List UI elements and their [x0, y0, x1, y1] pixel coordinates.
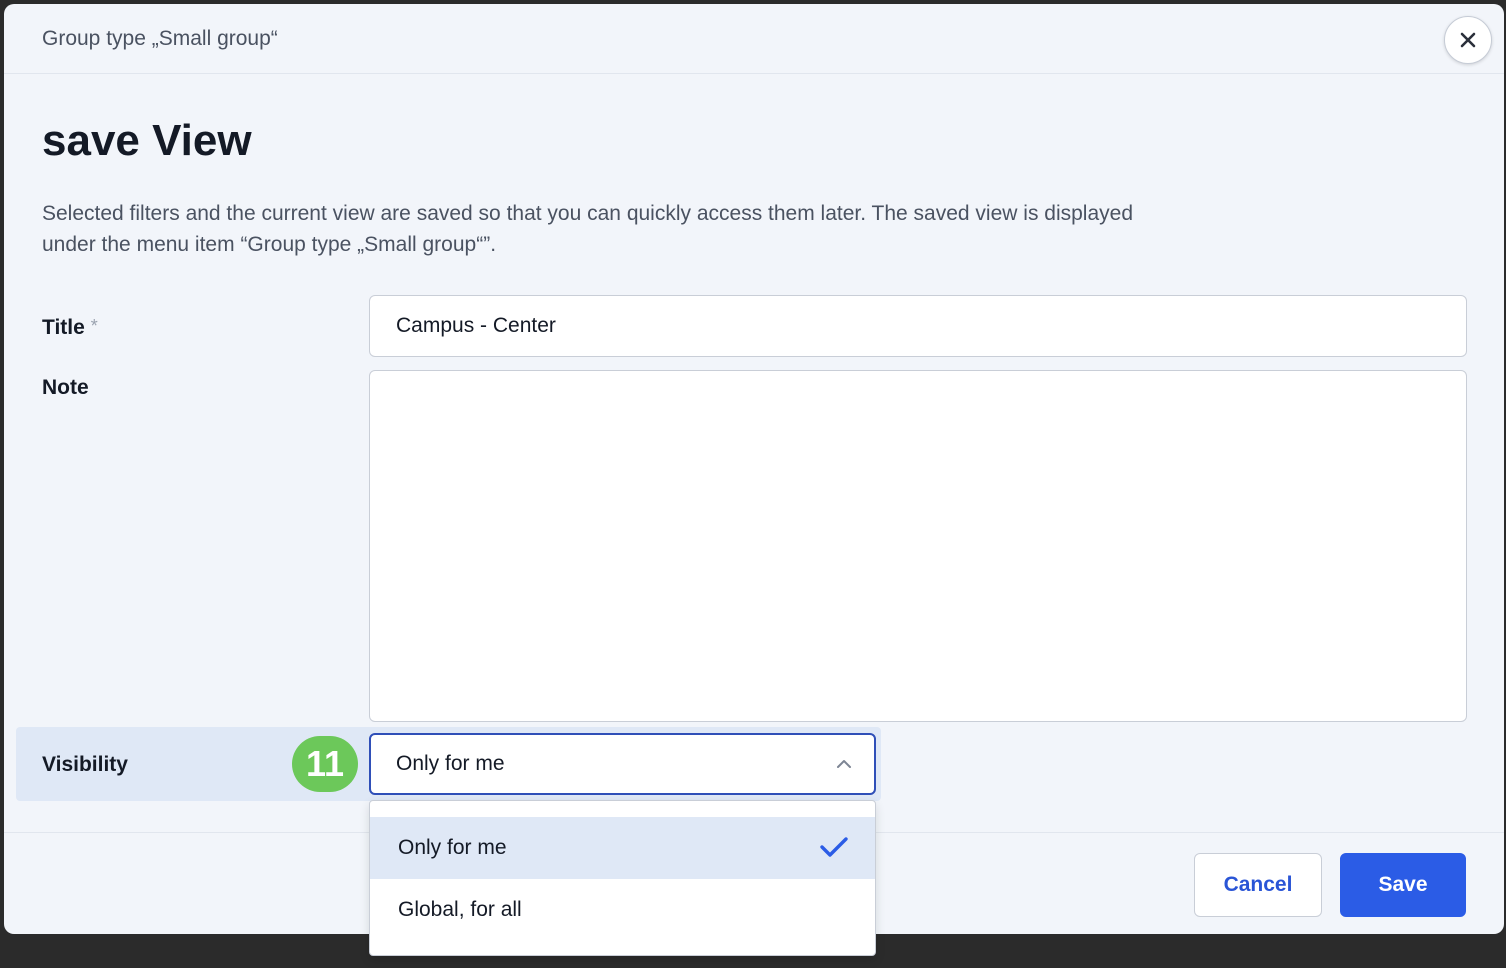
- title-label: Title *: [42, 316, 98, 340]
- dropdown-option-label: Only for me: [398, 836, 507, 859]
- close-icon: [1460, 32, 1476, 48]
- visibility-select[interactable]: Only for me: [369, 733, 876, 795]
- dropdown-option-only-for-me[interactable]: Only for me: [370, 817, 875, 879]
- step-badge: 11: [292, 736, 358, 792]
- note-label: Note: [42, 376, 89, 399]
- title-label-text: Title: [42, 316, 85, 339]
- dialog-header-title: Group type „Small group“: [42, 26, 278, 50]
- page-title: save View: [42, 116, 252, 165]
- dropdown-option-global-for-all[interactable]: Global, for all: [370, 879, 875, 941]
- close-button[interactable]: [1444, 16, 1492, 64]
- visibility-selected-value: Only for me: [396, 752, 505, 775]
- visibility-dropdown-menu: Only for me Global, for all: [369, 800, 876, 956]
- checkmark-icon: [820, 837, 848, 857]
- dialog-header: Group type „Small group“: [4, 4, 1504, 74]
- title-input[interactable]: [369, 295, 1467, 357]
- dialog-description: Selected filters and the current view ar…: [42, 202, 1134, 256]
- dropdown-option-label: Global, for all: [398, 898, 522, 921]
- note-textarea[interactable]: [369, 370, 1467, 722]
- save-button[interactable]: Save: [1340, 853, 1466, 917]
- required-marker: *: [90, 316, 98, 336]
- chevron-up-icon: [837, 760, 851, 768]
- save-view-dialog: Group type „Small group“ save View Selec…: [4, 4, 1504, 934]
- cancel-button[interactable]: Cancel: [1194, 853, 1322, 917]
- visibility-label: Visibility: [42, 753, 128, 776]
